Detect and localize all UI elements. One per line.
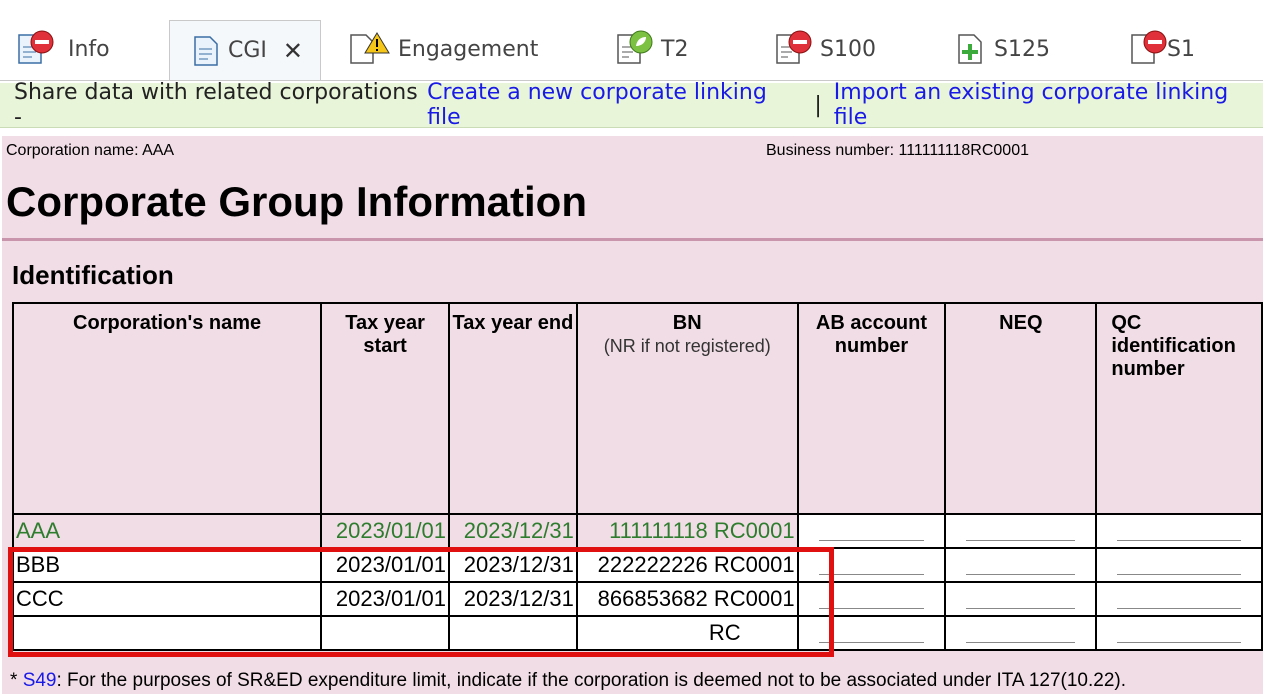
footnote: * S49: For the purposes of SR&ED expendi… — [10, 670, 1126, 692]
col-header-corporation-name: Corporation's name — [11, 302, 323, 515]
col-header-tax-year-start: Tax year start — [320, 302, 451, 515]
tab-label: Engagement — [398, 36, 539, 62]
tab-label: Info — [68, 36, 110, 62]
no-entry-icon — [788, 30, 812, 54]
col-header-bn: BN (NR if not registered) — [575, 302, 799, 515]
table-header-row: Corporation's name Tax year start Tax ye… — [11, 302, 1263, 515]
plus-icon — [962, 44, 978, 60]
cell-qc-id[interactable] — [1095, 615, 1263, 651]
document-icon — [194, 35, 218, 66]
cell-end[interactable]: 2023/12/31 — [448, 513, 578, 549]
document-icon — [350, 32, 390, 64]
cell-neq[interactable] — [944, 615, 1098, 651]
section-title: Identification — [12, 260, 174, 290]
document-icon — [617, 30, 653, 64]
col-header-qc-id: QC identification number — [1095, 302, 1263, 515]
tab-label: S1 — [1167, 36, 1195, 62]
tab-label: T2 — [661, 36, 689, 62]
business-number: Business number: 111111118RC0001 — [766, 142, 1029, 159]
cell-neq[interactable] — [944, 513, 1098, 549]
import-linking-file-link[interactable]: Import an existing corporate linking fil… — [834, 80, 1263, 130]
title-divider — [2, 238, 1263, 241]
s49-link[interactable]: S49 — [23, 670, 57, 691]
share-text: Share data with related corporations - — [14, 80, 418, 130]
cell-qc-id[interactable] — [1095, 547, 1263, 583]
document-icon — [18, 30, 54, 64]
document-icon — [958, 34, 982, 64]
create-linking-file-link[interactable]: Create a new corporate linking file — [427, 80, 802, 130]
separator: | — [814, 92, 822, 118]
document-icon — [776, 30, 812, 64]
col-header-neq: NEQ — [944, 302, 1098, 515]
table-row: AAA 2023/01/01 2023/12/31 111111118 RC00… — [11, 513, 1263, 549]
close-icon[interactable]: ✕ — [283, 37, 303, 65]
tab-label: CGI — [228, 38, 267, 63]
cell-bn[interactable]: 111111118 RC0001 — [575, 513, 799, 549]
cell-neq[interactable] — [944, 581, 1098, 617]
tab-s100[interactable]: S100 — [776, 20, 876, 78]
cell-neq[interactable] — [944, 547, 1098, 583]
corporation-name: Corporation name: AAA — [6, 142, 175, 159]
tab-label: S100 — [820, 36, 876, 62]
share-data-bar: Share data with related corporations - C… — [0, 80, 1263, 130]
no-entry-icon — [1143, 30, 1167, 54]
col-header-ab-account: AB account number — [796, 302, 947, 515]
col-header-bn-sub: (NR if not registered) — [603, 336, 771, 356]
tab-s125[interactable]: S125 — [958, 20, 1050, 78]
tab-bar: Info CGI ✕ Engagement T2 S100 S125 S1 — [0, 0, 1263, 81]
cell-qc-id[interactable] — [1095, 513, 1263, 549]
tab-engagement[interactable]: Engagement — [350, 20, 538, 78]
footnote-star: * — [10, 670, 23, 691]
footnote-text: : For the purposes of SR&ED expenditure … — [56, 670, 1127, 691]
warning-icon — [364, 32, 390, 54]
highlight-box — [8, 547, 834, 657]
tab-s1[interactable]: S1 — [1131, 20, 1195, 78]
cell-qc-id[interactable] — [1095, 581, 1263, 617]
tab-info[interactable]: Info — [18, 20, 110, 78]
cell-name[interactable]: AAA — [11, 513, 323, 549]
leaf-icon — [629, 30, 653, 54]
col-header-tax-year-end: Tax year end — [448, 302, 578, 515]
tab-label: S125 — [994, 36, 1050, 62]
tab-t2[interactable]: T2 — [617, 20, 688, 78]
document-icon — [1131, 30, 1167, 64]
cell-ab-account[interactable] — [796, 513, 947, 549]
cell-start[interactable]: 2023/01/01 — [320, 513, 451, 549]
no-entry-icon — [30, 30, 54, 54]
tab-cgi[interactable]: CGI ✕ — [169, 20, 321, 80]
page-title: Corporate Group Information — [6, 178, 587, 225]
